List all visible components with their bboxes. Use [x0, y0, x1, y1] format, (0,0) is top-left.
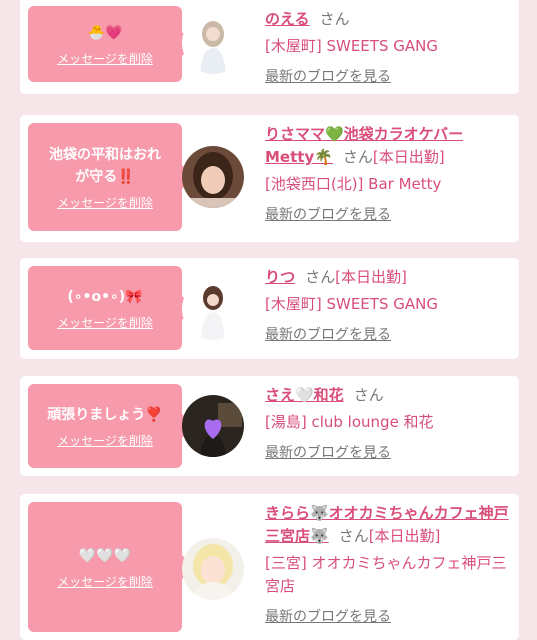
message-bubble: (∘•o•∘)🎀 メッセージを削除	[28, 266, 194, 350]
card-info: きらら🐺オオカミちゃんカフェ神戸三宮店🐺 さん[本日出勤] [三宮] オオカミちゃ…	[265, 502, 511, 629]
honorific: さん	[305, 268, 336, 286]
card-info: のえる さん [木屋町] SWEETS GANG 最新のブログを見る	[265, 8, 511, 89]
delete-message-button[interactable]: メッセージを削除	[57, 573, 153, 590]
message-bubble: 池袋の平和はおれ が守る‼️ メッセージを削除	[28, 123, 194, 231]
latest-blog-link[interactable]: 最新のブログを見る	[265, 442, 511, 465]
avatar[interactable]	[182, 278, 244, 340]
card-info: さえ🤍和花 さん [湯島] club lounge 和花 最新のブログを見る	[265, 384, 511, 465]
latest-blog-link[interactable]: 最新のブログを見る	[265, 324, 511, 347]
delete-message-button[interactable]: メッセージを削除	[57, 314, 153, 331]
avatar-image	[182, 12, 244, 74]
message-card: 🤍🤍🤍 メッセージを削除 きらら🐺オオカミちゃんカフェ神戸三宮店🐺 さん[本日出勤…	[20, 494, 519, 640]
avatar-image	[182, 538, 244, 600]
honorific: さん	[342, 148, 373, 166]
shop-name: [木屋町] SWEETS GANG	[265, 295, 438, 313]
shop-name: [湯島] club lounge 和花	[265, 413, 434, 431]
avatar-image	[182, 146, 244, 208]
shop-name: [木屋町] SWEETS GANG	[265, 37, 438, 55]
delete-message-button[interactable]: メッセージを削除	[57, 432, 153, 449]
message-card: 頑張りましょう❣️ メッセージを削除 さえ🤍和花 さん [湯島] club lou…	[20, 376, 519, 476]
honorific: さん	[353, 386, 384, 404]
delete-message-button[interactable]: メッセージを削除	[57, 50, 153, 67]
shop-name: [池袋西口(北)] Bar Metty	[265, 175, 442, 193]
avatar[interactable]	[182, 395, 244, 457]
shop-name: [三宮] オオカミちゃんカフェ神戸三宮店	[265, 554, 507, 595]
message-text: 🤍🤍🤍	[78, 547, 132, 564]
latest-blog-link[interactable]: 最新のブログを見る	[265, 606, 511, 629]
avatar[interactable]	[182, 146, 244, 208]
latest-blog-link[interactable]: 最新のブログを見る	[265, 204, 511, 227]
latest-blog-link[interactable]: 最新のブログを見る	[265, 66, 511, 89]
avatar-image	[182, 395, 244, 457]
message-bubble: 🤍🤍🤍 メッセージを削除	[28, 502, 194, 632]
honorific: さん	[338, 527, 369, 545]
message-card: 🐣💗 メッセージを削除 のえる さん [木屋町] SWEETS GANG 最新のブ…	[20, 0, 519, 94]
message-bubble: 🐣💗 メッセージを削除	[28, 6, 194, 82]
honorific: さん	[319, 10, 350, 28]
message-card: 池袋の平和はおれ が守る‼️ メッセージを削除 りさママ💚池袋カラオケバーMet…	[20, 115, 519, 242]
message-card: (∘•o•∘)🎀 メッセージを削除 りつ さん[本日出勤] [木屋町] SWEET…	[20, 258, 519, 359]
message-text: 🐣💗	[87, 24, 123, 41]
avatar[interactable]	[182, 12, 244, 74]
card-info: りさママ💚池袋カラオケバーMetty🌴 さん[本日出勤] [池袋西口(北)] Ba…	[265, 123, 511, 227]
delete-message-button[interactable]: メッセージを削除	[57, 194, 153, 211]
working-today-badge: [本日出勤]	[372, 148, 445, 166]
cast-name-link[interactable]: さえ🤍和花	[265, 386, 344, 404]
message-text: (∘•o•∘)🎀	[67, 288, 143, 305]
cast-name-link[interactable]: りつ	[265, 268, 295, 286]
working-today-badge: [本日出勤]	[335, 268, 407, 286]
working-today-badge: [本日出勤]	[368, 527, 441, 545]
message-text: 池袋の平和はおれ が守る‼️	[49, 146, 161, 185]
message-text: 頑張りましょう❣️	[47, 406, 163, 423]
avatar-image	[182, 278, 244, 340]
cast-name-link[interactable]: のえる	[265, 10, 310, 28]
message-bubble: 頑張りましょう❣️ メッセージを削除	[28, 384, 194, 468]
card-info: りつ さん[本日出勤] [木屋町] SWEETS GANG 最新のブログを見る	[265, 266, 511, 347]
avatar[interactable]	[182, 538, 244, 600]
